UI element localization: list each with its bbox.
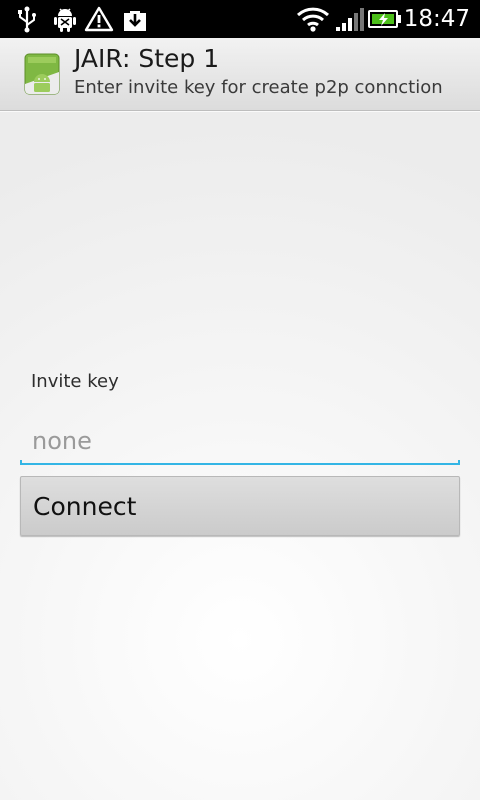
wifi-icon bbox=[296, 5, 330, 33]
download-icon bbox=[120, 5, 150, 33]
android-app-icon bbox=[22, 52, 62, 98]
invite-key-label: Invite key bbox=[31, 371, 119, 392]
signal-icon bbox=[334, 5, 364, 33]
android-debug-icon bbox=[50, 5, 80, 33]
usb-icon bbox=[12, 5, 42, 33]
warning-icon bbox=[84, 5, 114, 33]
battery-charging-icon bbox=[368, 5, 402, 33]
status-bar: 18:47 bbox=[0, 0, 480, 38]
invite-key-input[interactable] bbox=[20, 418, 460, 464]
page-title: JAIR: Step 1 bbox=[74, 44, 220, 73]
clock-time: 18:47 bbox=[403, 6, 470, 32]
title-bar: JAIR: Step 1 Enter invite key for create… bbox=[0, 38, 480, 111]
invite-key-input-underline bbox=[20, 460, 460, 465]
page-subtitle: Enter invite key for create p2p connctio… bbox=[74, 77, 443, 98]
connect-button[interactable]: Connect bbox=[20, 476, 460, 536]
